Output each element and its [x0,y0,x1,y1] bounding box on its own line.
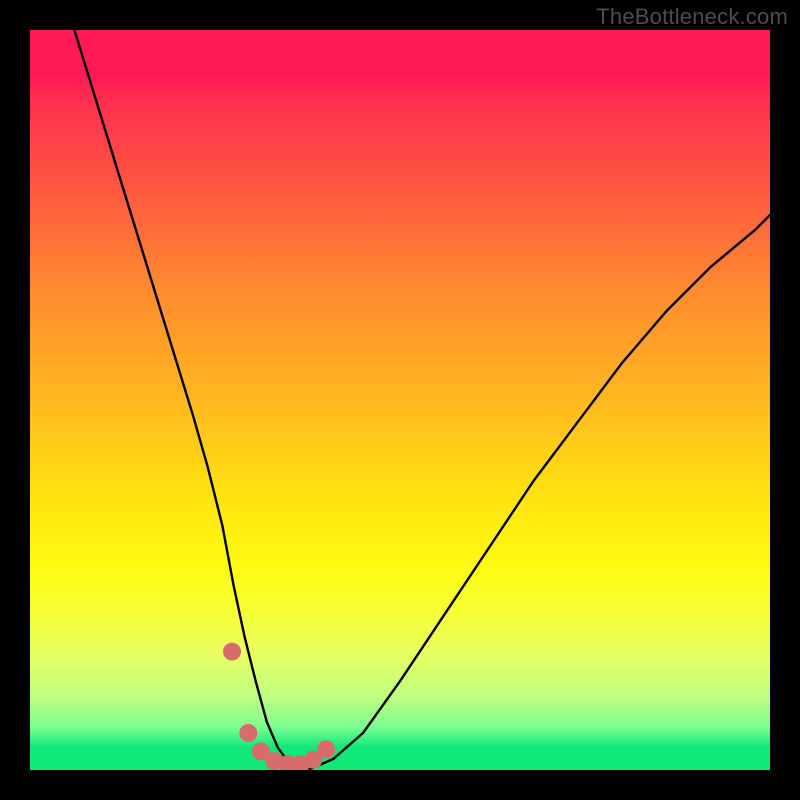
highlight-dot [239,724,257,742]
bottleneck-curve [74,30,770,769]
highlight-dot [223,643,241,661]
chart-frame: TheBottleneck.com [0,0,800,800]
watermark-text: TheBottleneck.com [596,4,788,30]
curve-layer [30,30,770,770]
highlight-dot [317,740,335,758]
plot-area [30,30,770,770]
